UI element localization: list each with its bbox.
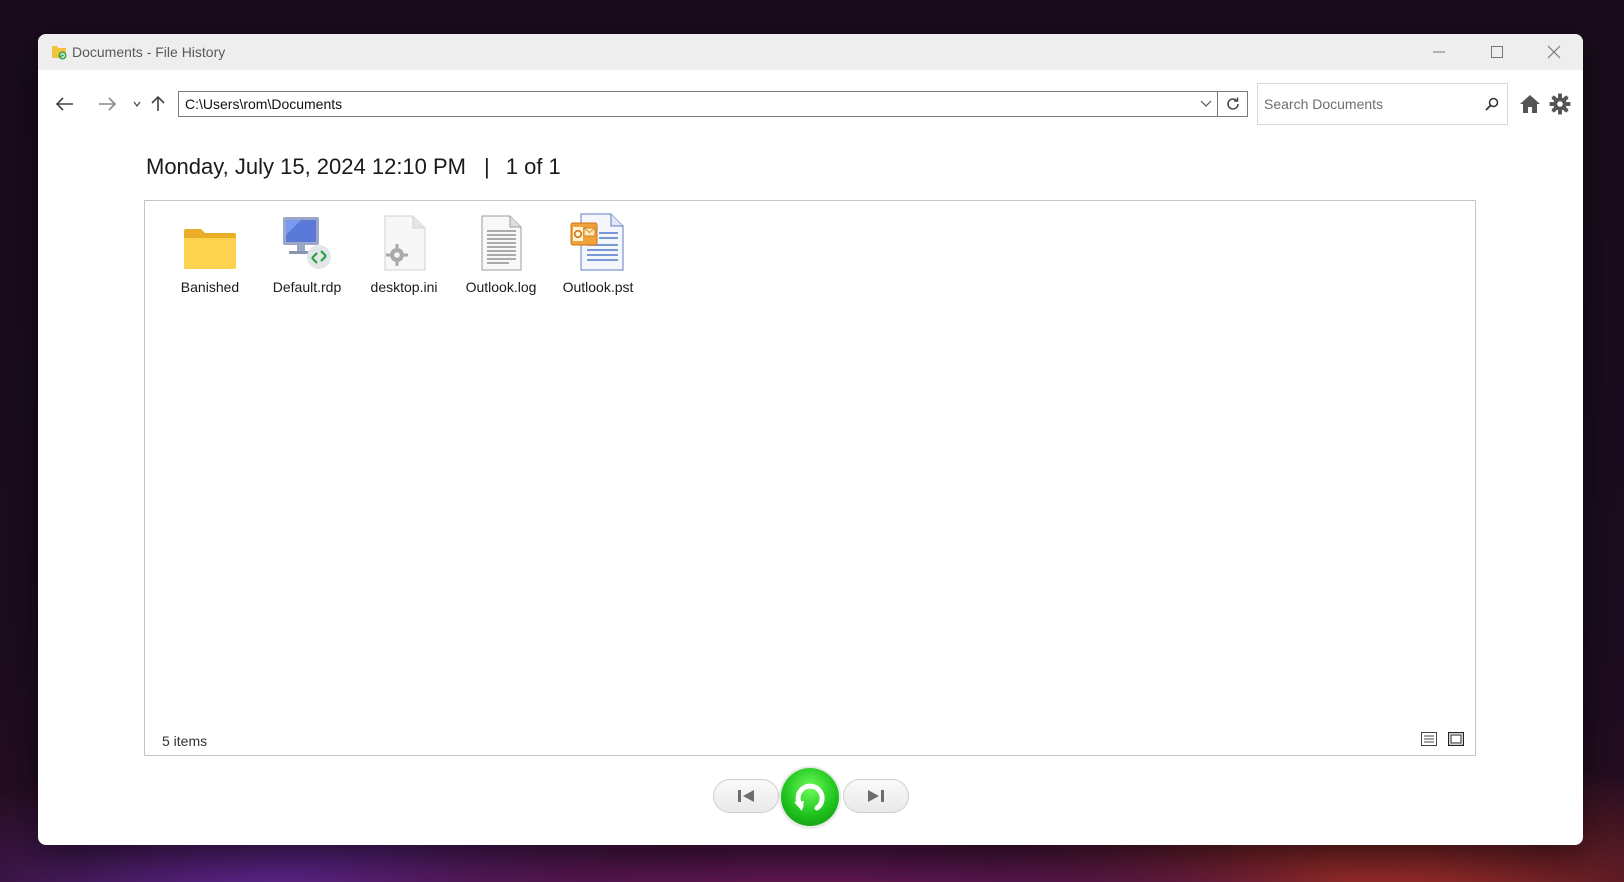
close-button[interactable] (1525, 34, 1583, 70)
outlook-data-file-icon (570, 213, 624, 271)
address-text: C:\Users\rom\Documents (185, 96, 343, 112)
snapshot-header: Monday, July 15, 2024 12:10 PM | 1 of 1 (146, 154, 561, 180)
file-history-window: Documents - File History C:\Users\rom\Do… (38, 34, 1583, 845)
back-button[interactable] (51, 90, 79, 118)
title-bar: Documents - File History (38, 34, 1583, 70)
minimize-icon (1433, 51, 1445, 53)
large-icons-view-button[interactable] (1446, 729, 1466, 749)
file-item-desktop-ini[interactable]: desktop.ini (356, 213, 452, 295)
search-input[interactable] (1258, 95, 1477, 113)
text-file-icon (481, 215, 522, 271)
home-icon (1520, 95, 1540, 113)
recent-locations-button[interactable] (130, 90, 144, 118)
details-view-button[interactable] (1419, 729, 1439, 749)
file-name: Outlook.log (465, 279, 537, 295)
skip-next-icon (868, 790, 884, 802)
next-version-button[interactable] (843, 779, 909, 813)
refresh-button[interactable] (1218, 91, 1248, 117)
forward-button[interactable] (93, 90, 121, 118)
skip-previous-icon (738, 790, 754, 802)
file-item-default-rdp[interactable]: Default.rdp (259, 213, 355, 295)
details-view-icon (1421, 732, 1437, 746)
file-name: Default.rdp (272, 279, 342, 295)
file-history-app-icon (52, 46, 67, 60)
gear-icon (1549, 93, 1571, 115)
back-arrow-icon (56, 97, 73, 111)
search-box[interactable] (1257, 83, 1508, 125)
large-icons-view-icon (1448, 732, 1464, 746)
window-title: Documents - File History (72, 44, 226, 60)
folder-icon (184, 229, 236, 269)
up-arrow-icon (151, 96, 165, 111)
file-name: desktop.ini (370, 279, 438, 295)
address-bar[interactable]: C:\Users\rom\Documents (178, 91, 1218, 117)
chevron-down-icon (1200, 100, 1212, 107)
file-name: Banished (180, 279, 240, 295)
search-icon[interactable] (1477, 97, 1507, 111)
minimize-button[interactable] (1410, 34, 1468, 70)
file-item-outlook-pst[interactable]: Outlook.pst (550, 213, 646, 295)
forward-arrow-icon (99, 97, 116, 111)
file-item-outlook-log[interactable]: Outlook.log (453, 213, 549, 295)
previous-version-button[interactable] (713, 779, 779, 813)
file-name: Outlook.pst (562, 279, 634, 295)
address-dropdown-button[interactable] (1195, 92, 1217, 116)
home-button[interactable] (1516, 90, 1544, 118)
up-button[interactable] (146, 90, 170, 118)
restore-button[interactable] (781, 768, 839, 826)
snapshot-separator: | (484, 154, 490, 179)
close-icon (1547, 45, 1561, 59)
snapshot-date: Monday, July 15, 2024 12:10 PM (146, 154, 467, 179)
settings-file-icon (384, 215, 426, 271)
refresh-icon (1226, 97, 1239, 110)
settings-button[interactable] (1546, 90, 1574, 118)
maximize-button[interactable] (1468, 34, 1526, 70)
maximize-icon (1491, 46, 1503, 58)
snapshot-position: 1 of 1 (505, 154, 561, 179)
file-item-banished[interactable]: Banished (162, 213, 258, 295)
version-navigation-bar (38, 768, 1583, 828)
item-count: 5 items (162, 733, 208, 749)
remote-desktop-icon (283, 217, 331, 269)
chevron-down-icon (133, 101, 141, 107)
file-list-panel[interactable]: Banished Default.rdp desktop.ini Outlook… (144, 200, 1476, 756)
restore-icon (794, 783, 825, 811)
